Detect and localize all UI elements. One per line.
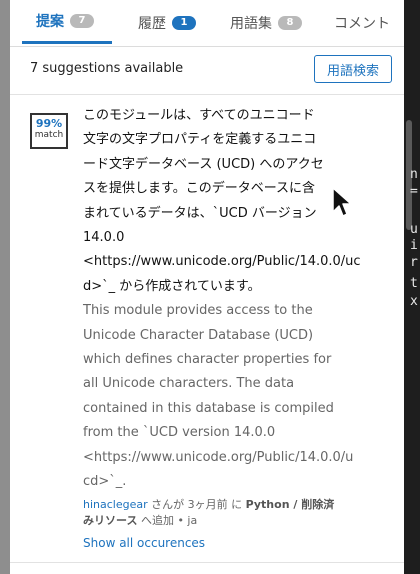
meta-text: へ追加 • ja [137, 514, 198, 527]
project-link[interactable]: Python / 削除済 [246, 498, 335, 511]
count-badge: 8 [278, 16, 302, 30]
match-score-box: 99% match [30, 113, 68, 149]
show-all-occurrences-link[interactable]: Show all occurences [83, 536, 205, 550]
suggestions-count: 7 suggestions available [30, 61, 184, 76]
meta-text: さんが 3ヶ月前 に [147, 498, 246, 511]
tab-history[interactable]: 履歴 1 [138, 0, 196, 46]
suggestion-meta: hinaclegear さんが 3ヶ月前 に Python / 削除済みリソース… [83, 497, 365, 529]
background-code-glyph: t [410, 276, 418, 291]
tab-glossary[interactable]: 用語集 8 [230, 0, 302, 46]
background-code-glyph: = [410, 184, 418, 199]
background-code-glyph: u [410, 222, 418, 237]
author-link[interactable]: hinaclegear [83, 498, 148, 511]
term-search-button[interactable]: 用語検索 [314, 55, 392, 83]
divider [10, 562, 404, 563]
tab-comments[interactable]: コメント [334, 0, 390, 46]
tab-bar: 提案 7 履歴 1 用語集 8 コメント [10, 0, 404, 47]
background-code-glyph: i [410, 238, 418, 253]
tab-label: 履歴 [138, 16, 166, 32]
count-badge: 7 [70, 13, 94, 28]
left-window-edge [0, 0, 10, 574]
project-link-continued[interactable]: みリソース [83, 514, 137, 527]
suggestions-toolbar: 7 suggestions available 用語検索 [10, 46, 404, 95]
suggestion-source-text: このモジュールは、すべてのユニコード 文字の文字プロパティを定義するユニコ ード… [83, 108, 361, 294]
tab-label: コメント [334, 16, 390, 32]
mouse-pointer-icon [332, 187, 352, 217]
match-percent: 99% [35, 117, 63, 130]
suggestion-item[interactable]: このモジュールは、すべてのユニコード 文字の文字プロパティを定義するユニコ ード… [83, 104, 365, 495]
suggestion-original-text: This module provides access to the Unico… [83, 303, 354, 490]
tab-label: 提案 [36, 13, 64, 30]
translation-side-panel: 提案 7 履歴 1 用語集 8 コメント 7 suggestions avail… [10, 0, 404, 574]
count-badge: 1 [172, 16, 196, 30]
background-code-glyph: r [410, 255, 418, 270]
tab-suggestions[interactable]: 提案 7 [22, 0, 112, 44]
background-code-glyph: n [410, 167, 418, 182]
tab-label: 用語集 [230, 16, 272, 32]
background-code-glyph: x [410, 294, 418, 309]
background-editor-pane: n = u i r t x [404, 0, 420, 574]
match-label: match [34, 130, 64, 140]
